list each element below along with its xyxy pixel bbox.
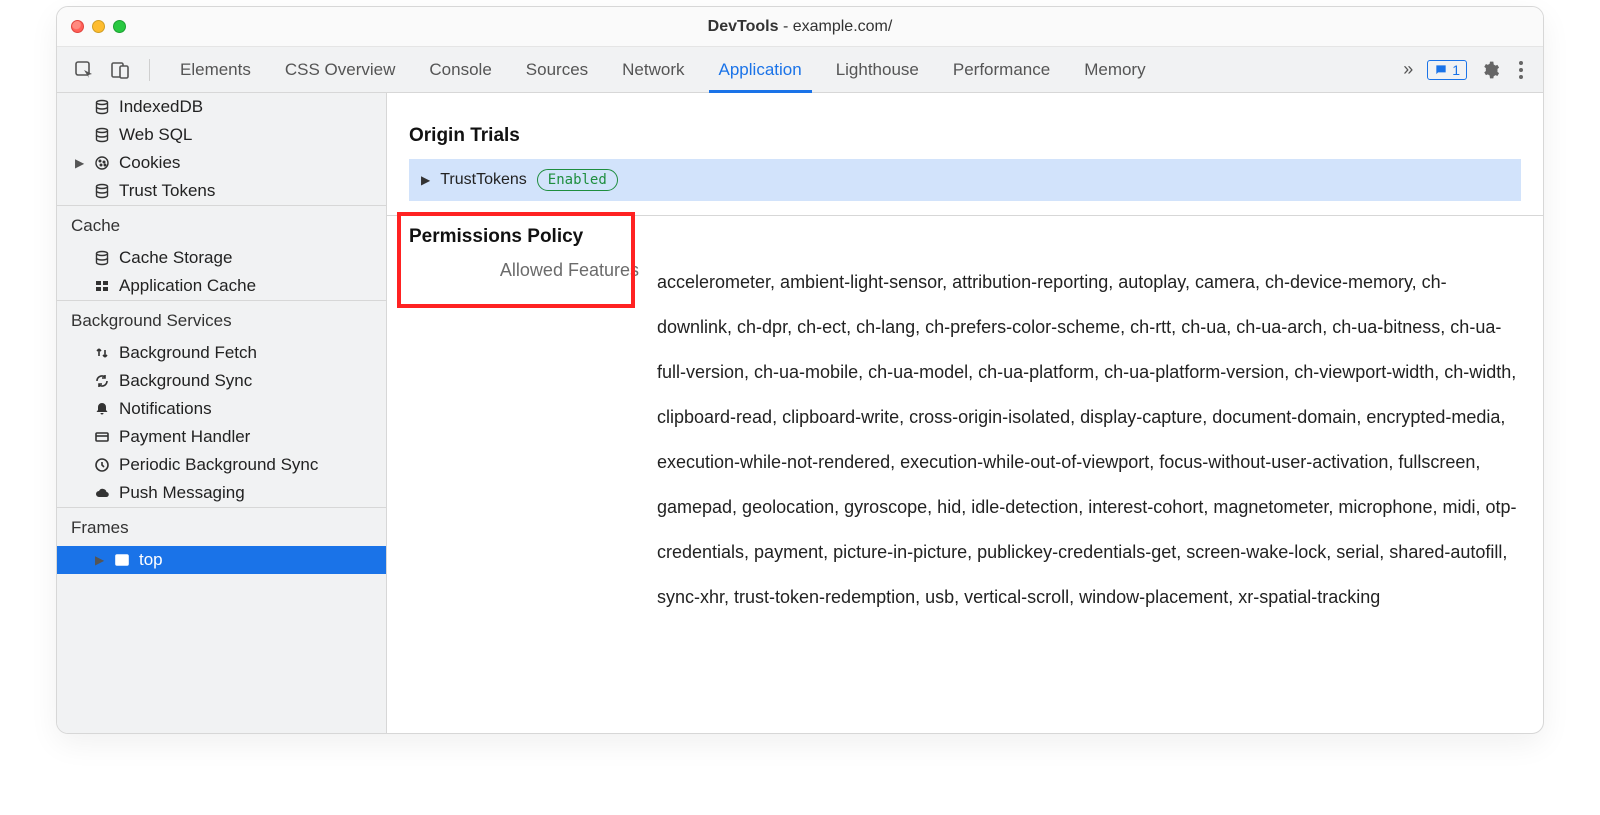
issues-count: 1	[1452, 62, 1460, 78]
more-tabs-chevron-icon[interactable]: »	[1399, 59, 1417, 80]
tab-console[interactable]: Console	[419, 47, 501, 92]
clock-icon	[93, 456, 111, 474]
window-title-target: example.com/	[793, 18, 893, 35]
settings-gear-icon[interactable]	[1477, 57, 1503, 83]
devtools-window: DevTools - example.com/ Elements CSS Ove…	[56, 6, 1544, 734]
sidebar-item-frame-top[interactable]: ▶top	[57, 546, 386, 574]
allowed-features-label: Allowed Features	[409, 260, 639, 281]
expand-arrow-icon: ▶	[95, 553, 104, 567]
tab-performance[interactable]: Performance	[943, 47, 1060, 92]
tab-sources[interactable]: Sources	[516, 47, 598, 92]
database-icon	[93, 249, 111, 267]
sidebar-section-cache: Cache	[57, 205, 386, 244]
sidebar-section-bg: Background Services	[57, 300, 386, 339]
separator	[149, 59, 150, 81]
tab-memory[interactable]: Memory	[1074, 47, 1155, 92]
tab-network[interactable]: Network	[612, 47, 694, 92]
application-sidebar: IndexedDB Web SQL ▶Cookies Trust Tokens …	[57, 93, 387, 733]
sidebar-item-trust-tokens[interactable]: Trust Tokens	[57, 177, 386, 205]
sidebar-item-websql[interactable]: Web SQL	[57, 121, 386, 149]
issues-badge[interactable]: 1	[1427, 60, 1467, 80]
tab-lighthouse[interactable]: Lighthouse	[826, 47, 929, 92]
minimize-window-button[interactable]	[92, 20, 105, 33]
origin-trial-row[interactable]: ▶ TrustTokens Enabled	[409, 159, 1521, 201]
sync-icon	[93, 372, 111, 390]
tab-css-overview[interactable]: CSS Overview	[275, 47, 406, 92]
updown-icon	[93, 344, 111, 362]
zoom-window-button[interactable]	[113, 20, 126, 33]
permissions-policy-heading: Permissions Policy	[409, 226, 1521, 248]
tab-application[interactable]: Application	[709, 47, 812, 92]
sidebar-item-app-cache[interactable]: Application Cache	[57, 272, 386, 300]
sidebar-item-payment-handler[interactable]: Payment Handler	[57, 423, 386, 451]
application-main-panel: Origin Trials ▶ TrustTokens Enabled Perm…	[387, 93, 1543, 733]
sidebar-item-push-messaging[interactable]: Push Messaging	[57, 479, 386, 507]
sidebar-item-indexeddb[interactable]: IndexedDB	[57, 93, 386, 121]
device-toolbar-icon[interactable]	[107, 57, 133, 83]
cloud-icon	[93, 484, 111, 502]
devtools-toolbar: Elements CSS Overview Console Sources Ne…	[57, 47, 1543, 93]
inspect-element-icon[interactable]	[71, 57, 97, 83]
origin-trials-section: Origin Trials ▶ TrustTokens Enabled	[387, 119, 1543, 216]
close-window-button[interactable]	[71, 20, 84, 33]
frame-icon	[113, 551, 131, 569]
database-icon	[93, 98, 111, 116]
sidebar-storage-group: IndexedDB Web SQL ▶Cookies Trust Tokens	[57, 93, 386, 205]
titlebar: DevTools - example.com/	[57, 7, 1543, 47]
origin-trials-heading: Origin Trials	[409, 125, 1521, 147]
sidebar-item-periodic-sync[interactable]: Periodic Background Sync	[57, 451, 386, 479]
panel-body: IndexedDB Web SQL ▶Cookies Trust Tokens …	[57, 93, 1543, 733]
panel-tabs: Elements CSS Overview Console Sources Ne…	[170, 47, 1156, 92]
window-title-app: DevTools	[708, 18, 779, 35]
bell-icon	[93, 400, 111, 418]
origin-trial-name: TrustTokens	[440, 171, 527, 189]
sidebar-bg-group: Background Fetch Background Sync Notific…	[57, 339, 386, 507]
origin-trial-status-badge: Enabled	[537, 169, 618, 191]
sidebar-frames-group: ▶top	[57, 546, 386, 574]
more-menu-icon[interactable]	[1513, 61, 1529, 79]
sidebar-item-cookies[interactable]: ▶Cookies	[57, 149, 386, 177]
database-icon	[93, 182, 111, 200]
window-controls	[71, 20, 126, 33]
sidebar-cache-group: Cache Storage Application Cache	[57, 244, 386, 300]
allowed-features-list: accelerometer, ambient-light-sensor, att…	[657, 260, 1521, 620]
cookie-icon	[93, 154, 111, 172]
expand-arrow-icon: ▶	[421, 173, 430, 187]
permissions-policy-section: Permissions Policy Allowed Features acce…	[387, 216, 1543, 638]
sidebar-item-notifications[interactable]: Notifications	[57, 395, 386, 423]
database-icon	[93, 126, 111, 144]
card-icon	[93, 428, 111, 446]
sidebar-section-frames: Frames	[57, 507, 386, 546]
window-title: DevTools - example.com/	[708, 18, 893, 36]
grid-icon	[93, 277, 111, 295]
tab-elements[interactable]: Elements	[170, 47, 261, 92]
expand-arrow-icon: ▶	[75, 156, 84, 170]
sidebar-item-bg-fetch[interactable]: Background Fetch	[57, 339, 386, 367]
sidebar-item-bg-sync[interactable]: Background Sync	[57, 367, 386, 395]
sidebar-item-cache-storage[interactable]: Cache Storage	[57, 244, 386, 272]
